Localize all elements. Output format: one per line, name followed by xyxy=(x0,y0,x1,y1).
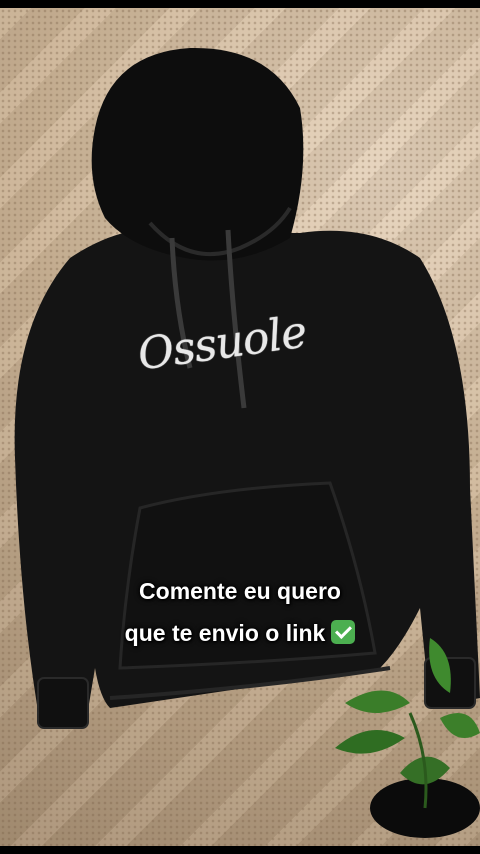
caption-line-2: que te envio o link xyxy=(0,620,480,647)
hoodie-cuff-left xyxy=(37,677,89,729)
product-photo: Ossuole xyxy=(0,8,480,846)
caption-line-1: Comente eu quero xyxy=(139,578,341,604)
check-mark-icon xyxy=(331,620,356,644)
caption-line-2-text: que te envio o link xyxy=(124,620,326,646)
